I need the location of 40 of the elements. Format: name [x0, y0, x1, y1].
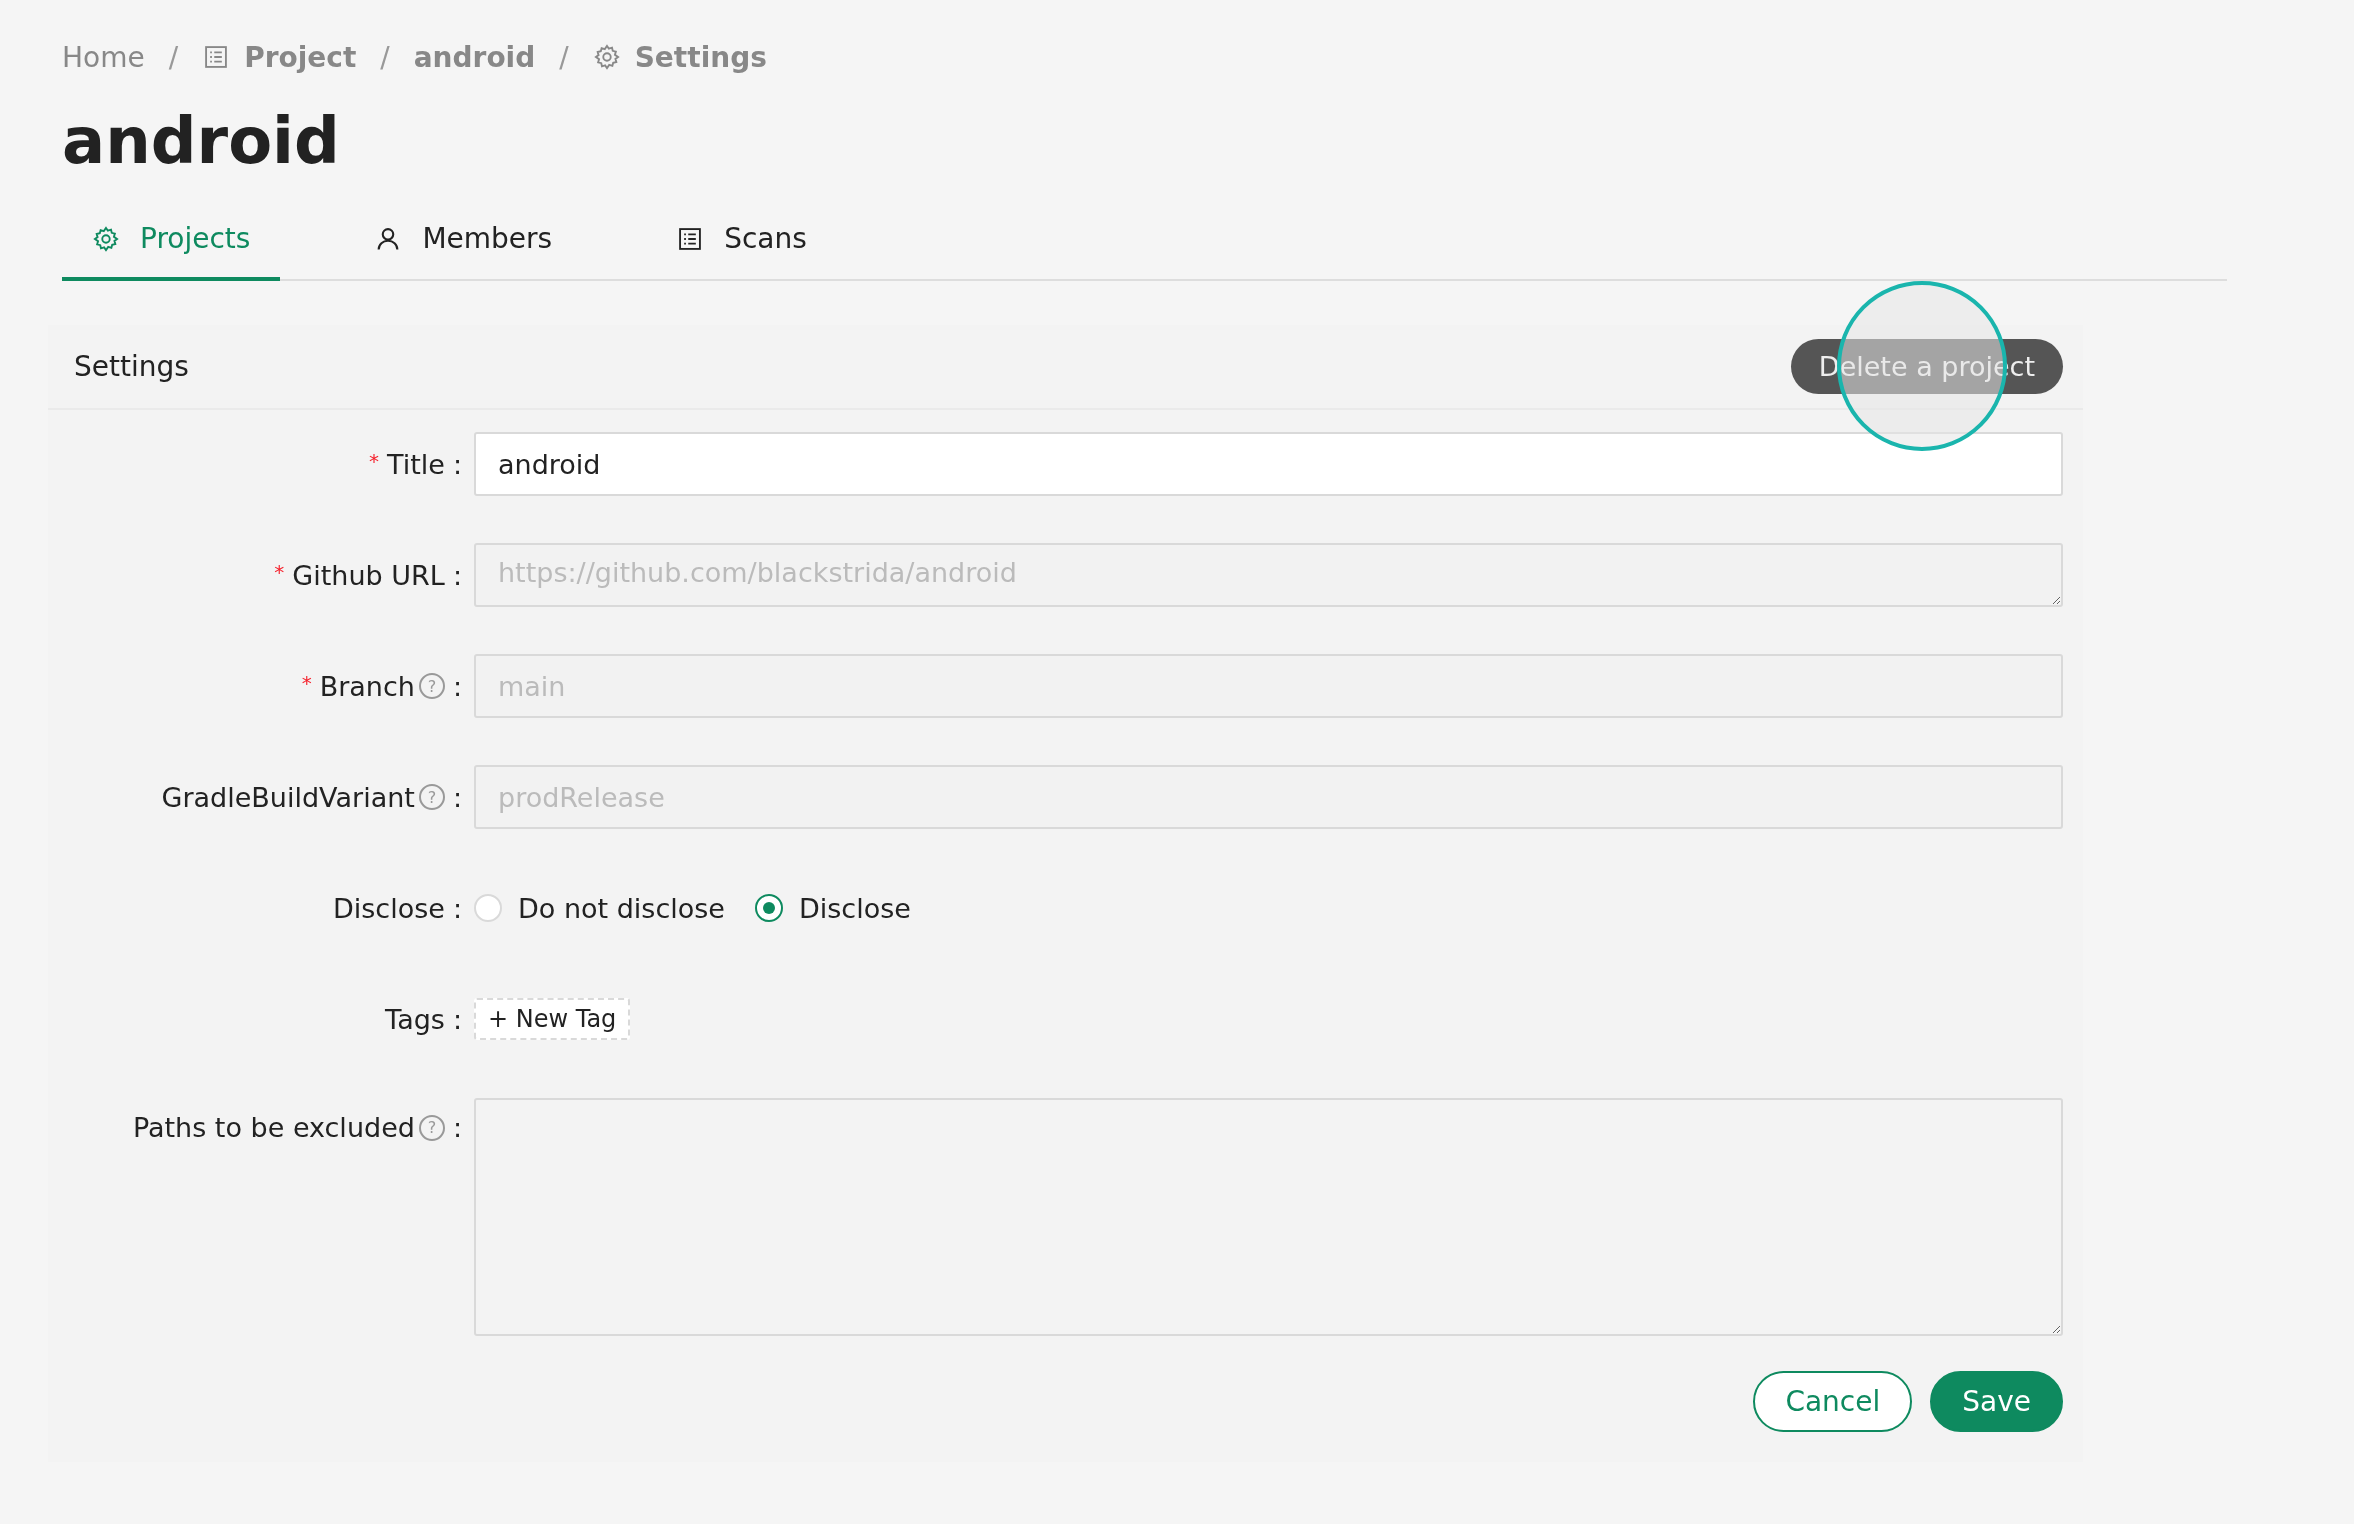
cancel-button[interactable]: Cancel: [1753, 1371, 1913, 1433]
field-label: GradleBuildVariant: [161, 781, 415, 813]
breadcrumb-link[interactable]: Project: [202, 40, 357, 74]
label-colon: :: [452, 448, 462, 480]
breadcrumb-link[interactable]: android: [413, 40, 536, 74]
required-asterisk: *: [301, 670, 312, 695]
tab[interactable]: Scans: [646, 206, 837, 282]
field-label: Disclose: [333, 892, 445, 924]
field-label: Branch: [319, 670, 415, 702]
field-label: Title: [387, 448, 445, 480]
radio-label: Do not disclose: [518, 892, 725, 924]
required-asterisk: *: [369, 448, 379, 473]
paths-text-area[interactable]: [474, 1098, 2063, 1337]
card-title: Settings: [74, 350, 189, 384]
breadcrumb-link[interactable]: Home: [62, 40, 145, 74]
page-title: android: [62, 106, 341, 177]
label-colon: :: [452, 1112, 462, 1144]
tab-gear-icon: [92, 224, 120, 253]
label-colon: :: [452, 559, 462, 591]
breadcrumb-separator: /: [380, 40, 390, 74]
label-colon: :: [452, 892, 462, 924]
breadcrumb-link[interactable]: Settings: [592, 40, 767, 74]
field-label: Github URL: [292, 559, 445, 591]
radio-label: Disclose: [798, 892, 911, 924]
breadcrumb-separator: /: [559, 40, 569, 74]
breadcrumb-gear-icon: [592, 43, 621, 71]
label-colon: :: [452, 670, 462, 702]
help-icon[interactable]: ?: [418, 1114, 445, 1141]
breadcrumb-separator: /: [168, 40, 179, 74]
radio-button[interactable]: [754, 894, 783, 923]
required-asterisk: *: [274, 559, 285, 584]
new-tag-button[interactable]: + New Tag: [474, 998, 631, 1041]
label-colon: :: [452, 1003, 462, 1035]
field-label: Paths to be excluded: [132, 1112, 415, 1144]
field-label: Tags: [385, 1003, 445, 1035]
tab[interactable]: Members: [344, 206, 583, 282]
label-colon: :: [452, 781, 462, 813]
tab[interactable]: Projects: [62, 206, 281, 282]
save-button[interactable]: Save: [1930, 1371, 2063, 1433]
text-field[interactable]: android: [474, 432, 2063, 497]
